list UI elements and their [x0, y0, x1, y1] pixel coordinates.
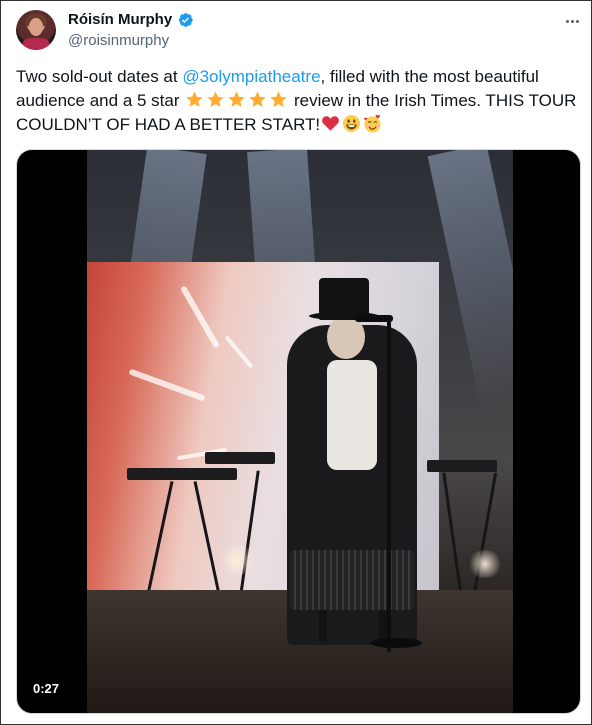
author-display-name[interactable]: Róisín Murphy — [68, 10, 172, 30]
video-player[interactable]: 0:27 — [16, 149, 581, 714]
star-emoji-icon — [270, 91, 287, 107]
mention-link[interactable]: @3olympiatheatre — [182, 67, 320, 86]
tweet-card: Róisín Murphy @roisinmurphy Two sold-out… — [0, 0, 592, 725]
author-handle[interactable]: @roisinmurphy — [68, 31, 169, 51]
more-options-icon[interactable] — [562, 11, 582, 31]
star-emoji-icon — [249, 91, 266, 107]
star-emoji-icon — [186, 91, 203, 107]
video-frame[interactable] — [87, 150, 513, 713]
star-emoji-icon — [228, 91, 245, 107]
star-rating — [184, 91, 289, 110]
star-emoji-icon — [207, 91, 224, 107]
grinning-face-icon — [343, 114, 361, 133]
microphone — [355, 315, 393, 322]
tweet-text: Two sold-out dates at @3olympiatheatre, … — [16, 65, 581, 137]
verified-badge-icon — [179, 13, 193, 27]
avatar[interactable] — [16, 10, 56, 50]
smiling-face-with-hearts-icon — [364, 114, 381, 133]
video-duration: 0:27 — [27, 678, 66, 700]
author-name-row: Róisín Murphy — [68, 10, 194, 30]
red-heart-icon — [322, 116, 340, 131]
tweet-text-part: Two sold-out dates at — [16, 67, 183, 86]
